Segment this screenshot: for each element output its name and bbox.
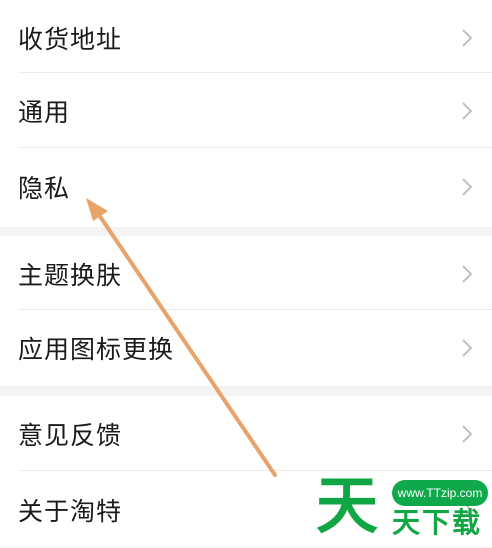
watermark-brand: 天下载	[392, 506, 483, 539]
settings-row-app-icon[interactable]: 应用图标更换	[0, 310, 492, 386]
watermark-logo: 天 www.TTzip.com 天下载	[310, 470, 492, 547]
settings-row-label: 关于淘特	[18, 497, 123, 526]
watermark-url-badge: www.TTzip.com	[392, 480, 488, 506]
chevron-right-icon	[462, 29, 473, 47]
chevron-right-icon	[462, 425, 473, 443]
settings-group-2: 主题换肤 应用图标更换	[0, 236, 492, 386]
settings-row-feedback[interactable]: 意见反馈	[0, 396, 492, 472]
settings-row-label: 收货地址	[18, 25, 123, 54]
settings-group-1: 收货地址 通用 隐私	[0, 0, 492, 227]
chevron-right-icon	[462, 178, 473, 196]
chevron-right-icon	[462, 265, 473, 283]
settings-row-general[interactable]: 通用	[0, 73, 492, 149]
watermark-url: www.TTzip.com	[397, 486, 483, 500]
watermark-big-char: 天	[316, 469, 379, 542]
settings-row-label: 应用图标更换	[18, 335, 175, 364]
settings-row-theme-skin[interactable]: 主题换肤	[0, 236, 492, 312]
chevron-right-icon	[462, 102, 473, 120]
settings-row-label: 意见反馈	[18, 421, 123, 450]
settings-row-label: 隐私	[18, 174, 71, 203]
chevron-right-icon	[462, 339, 473, 357]
divider	[18, 147, 492, 148]
settings-row-shipping-address[interactable]: 收货地址	[0, 0, 492, 76]
settings-row-label: 通用	[18, 98, 71, 127]
settings-row-privacy[interactable]: 隐私	[0, 149, 492, 225]
settings-row-label: 主题换肤	[18, 261, 123, 290]
